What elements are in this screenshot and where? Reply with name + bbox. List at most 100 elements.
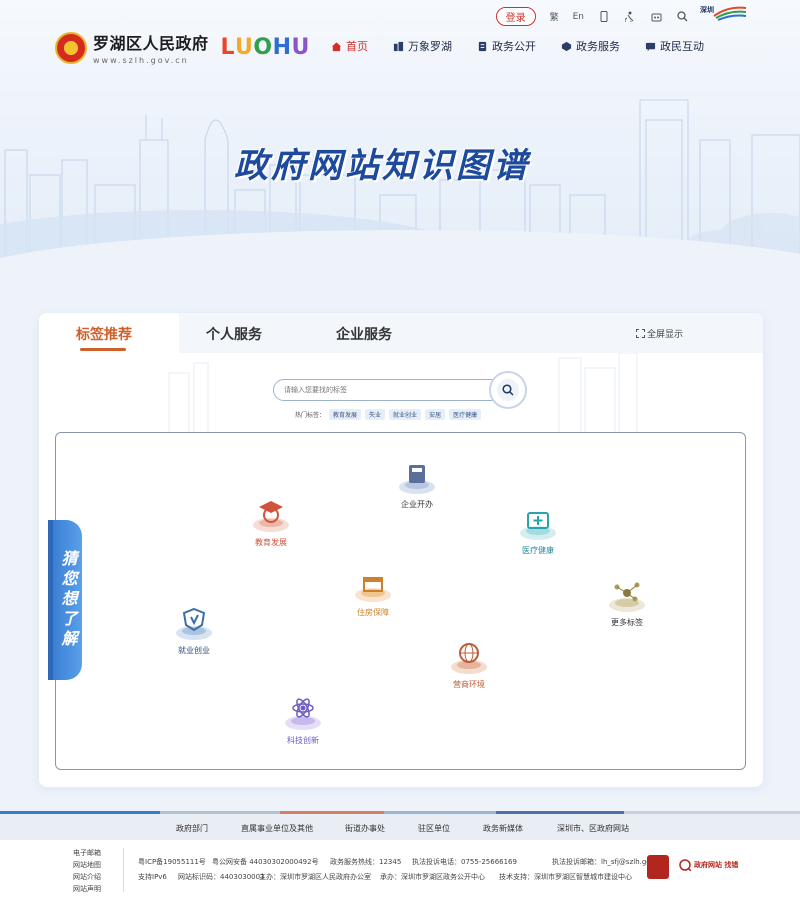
home-icon — [331, 41, 342, 51]
graph-node-healthcare[interactable]: 医疗健康 — [503, 503, 573, 556]
nav-item-open-gov[interactable]: 政务公开 — [477, 38, 536, 54]
graph-node-education[interactable]: 教育发展 — [236, 495, 306, 548]
nav-item-home[interactable]: 首页 — [331, 38, 368, 54]
nav-label: 政务公开 — [492, 40, 536, 53]
elder-mode-icon[interactable] — [650, 11, 662, 23]
footer-quick-link[interactable]: 电子邮箱 — [73, 847, 101, 859]
graph-node-tech-innovation[interactable]: 科技创新 — [268, 693, 338, 746]
medical-kit-icon — [520, 512, 556, 540]
graph-node-business-env[interactable]: 营商环境 — [434, 637, 504, 690]
shenzhen-logo-text: 深圳 — [700, 5, 714, 14]
gov-site-error-report[interactable]: 政府网站 找错 — [679, 859, 738, 871]
brand-letter: U — [235, 35, 254, 60]
mobile-icon[interactable] — [598, 11, 610, 23]
footer-divider — [123, 848, 124, 892]
nav-label: 政务服务 — [576, 40, 620, 53]
footer-tech-support: 技术支持：深圳市罗湖区智慧城市建设中心 — [499, 873, 632, 881]
network-icon — [609, 582, 645, 612]
tab-enterprise-service[interactable]: 企业服务 — [336, 324, 392, 344]
accessibility-icon[interactable] — [624, 11, 636, 23]
fullscreen-button[interactable]: 全屏显示 — [635, 327, 683, 340]
hot-tag[interactable]: 安居 — [425, 409, 446, 420]
search-input[interactable] — [273, 379, 509, 401]
graph-node-more-tags[interactable]: 更多标签 — [592, 575, 662, 628]
fullscreen-icon — [635, 329, 645, 338]
footer-link[interactable]: 政府部门 — [176, 823, 208, 834]
shenzhen-logo[interactable]: 深圳 — [700, 4, 748, 22]
footer-complaint-phone: 执法投诉电话：0755-25666169 — [412, 858, 517, 866]
error-report-icon — [679, 859, 691, 871]
nav-item-luohu[interactable]: 万象罗湖 — [393, 38, 452, 54]
tab-bar: 标签推荐 个人服务 企业服务 全屏显示 — [39, 313, 763, 353]
nav-label: 首页 — [346, 40, 368, 53]
hot-tag[interactable]: 医疗健康 — [449, 409, 482, 420]
node-label: 更多标签 — [611, 618, 643, 627]
node-label: 企业开办 — [401, 500, 433, 509]
node-label: 住房保障 — [357, 608, 389, 617]
node-label: 教育发展 — [255, 538, 287, 547]
hot-tag[interactable]: 失业 — [365, 409, 386, 420]
footer-link[interactable]: 深圳市、区政府网站 — [557, 823, 629, 834]
national-emblem-icon — [55, 31, 87, 64]
shield-icon — [176, 607, 212, 640]
search-button[interactable] — [489, 371, 527, 409]
footer-hotline: 政务服务热线：12345 — [330, 858, 402, 866]
footer-ipv6: 支持IPv6 — [138, 873, 167, 881]
hot-tags-label: 热门标签： — [295, 412, 326, 419]
footer-quick-links: 电子邮箱 网站地图 网站介绍 网站声明 — [73, 847, 101, 895]
header-banner: 登录 繁 En 深圳 罗湖区人民政府 www.szlh.gov.cn L U O… — [0, 0, 800, 300]
knowledge-graph-card: 标签推荐 个人服务 企业服务 全屏显示 热门标签： 教育发展 失业 就业创业 安… — [39, 313, 763, 787]
footer-police-record[interactable]: 粤公网安备 44030302000492号 — [208, 857, 330, 867]
tab-tag-recommend[interactable]: 标签推荐 — [76, 324, 132, 344]
shop-icon — [355, 577, 391, 602]
traditional-chinese-link[interactable]: 繁 — [550, 10, 559, 23]
footer-icp[interactable]: 粤ICP备19055111号 — [138, 857, 208, 867]
node-label: 医疗健康 — [522, 546, 554, 555]
hot-tags: 热门标签： 教育发展 失业 就业创业 安居 医疗健康 — [295, 409, 482, 420]
box-icon — [399, 465, 435, 494]
luohu-brand-logo: LUOHU — [221, 35, 310, 60]
graph-node-enterprise-setup[interactable]: 企业开办 — [382, 457, 452, 510]
footer-info-row: 粤ICP备19055111号 粤公网安备 44030302000492号 政务服… — [138, 857, 665, 867]
hot-tag[interactable]: 教育发展 — [329, 409, 362, 420]
footer-info-row: 支持IPv6 网站标识码：4403030003 主办：深圳市罗湖区人民政府办公室… — [138, 872, 632, 882]
nav-item-gov-service[interactable]: 政务服务 — [561, 38, 620, 54]
nav-item-interaction[interactable]: 政民互动 — [645, 38, 704, 54]
guess-you-like-tab[interactable]: 猜您想了解 — [48, 520, 82, 680]
node-label: 就业创业 — [178, 646, 210, 655]
node-label: 科技创新 — [287, 736, 319, 745]
footer-host: 主办：深圳市罗湖区人民政府办公室 — [259, 873, 371, 881]
footer-link[interactable]: 直属事业单位及其他 — [241, 823, 313, 834]
buildings-icon — [393, 41, 404, 51]
brand-letter: U — [291, 35, 310, 60]
footer-link[interactable]: 驻区单位 — [418, 823, 450, 834]
footer-quick-link[interactable]: 网站地图 — [73, 859, 101, 871]
search-icon[interactable] — [676, 11, 688, 23]
footer-link[interactable]: 街道办事处 — [345, 823, 385, 834]
brand-letter: H — [272, 35, 292, 60]
graph-node-employment[interactable]: 就业创业 — [159, 603, 229, 656]
atom-icon — [285, 698, 321, 730]
site-logo[interactable]: 罗湖区人民政府 www.szlh.gov.cn LUOHU — [55, 30, 310, 65]
footer-link[interactable]: 政务新媒体 — [483, 823, 523, 834]
brand-letter: L — [220, 35, 236, 60]
footer-quick-link[interactable]: 网站声明 — [73, 883, 101, 895]
service-icon — [561, 41, 572, 51]
hot-tag[interactable]: 就业创业 — [389, 409, 422, 420]
search-icon — [502, 384, 514, 396]
english-link[interactable]: En — [573, 12, 584, 22]
tab-personal-service[interactable]: 个人服务 — [206, 324, 262, 344]
node-label: 营商环境 — [453, 680, 485, 689]
error-report-label: 政府网站 找错 — [694, 861, 739, 869]
graduation-icon — [253, 501, 289, 532]
party-gov-badge-icon[interactable] — [647, 855, 669, 879]
decorative-wave — [0, 230, 800, 300]
footer-quick-link[interactable]: 网站介绍 — [73, 871, 101, 883]
graph-node-housing[interactable]: 住房保障 — [338, 565, 408, 618]
main-nav: 首页 万象罗湖 政务公开 政务服务 政民互动 — [331, 38, 729, 54]
footer: 电子邮箱 网站地图 网站介绍 网站声明 粤ICP备19055111号 粤公网安备… — [0, 840, 800, 898]
login-button[interactable]: 登录 — [495, 7, 536, 26]
footer-link-bar: 政府部门 直属事业单位及其他 街道办事处 驻区单位 政务新媒体 深圳市、区政府网… — [0, 814, 800, 840]
nav-label: 万象罗湖 — [408, 40, 452, 53]
knowledge-graph-canvas: 企业开办 教育发展 医疗健康 住房保障 更多标签 就业创业 营商环境 科技创新 — [55, 432, 746, 770]
